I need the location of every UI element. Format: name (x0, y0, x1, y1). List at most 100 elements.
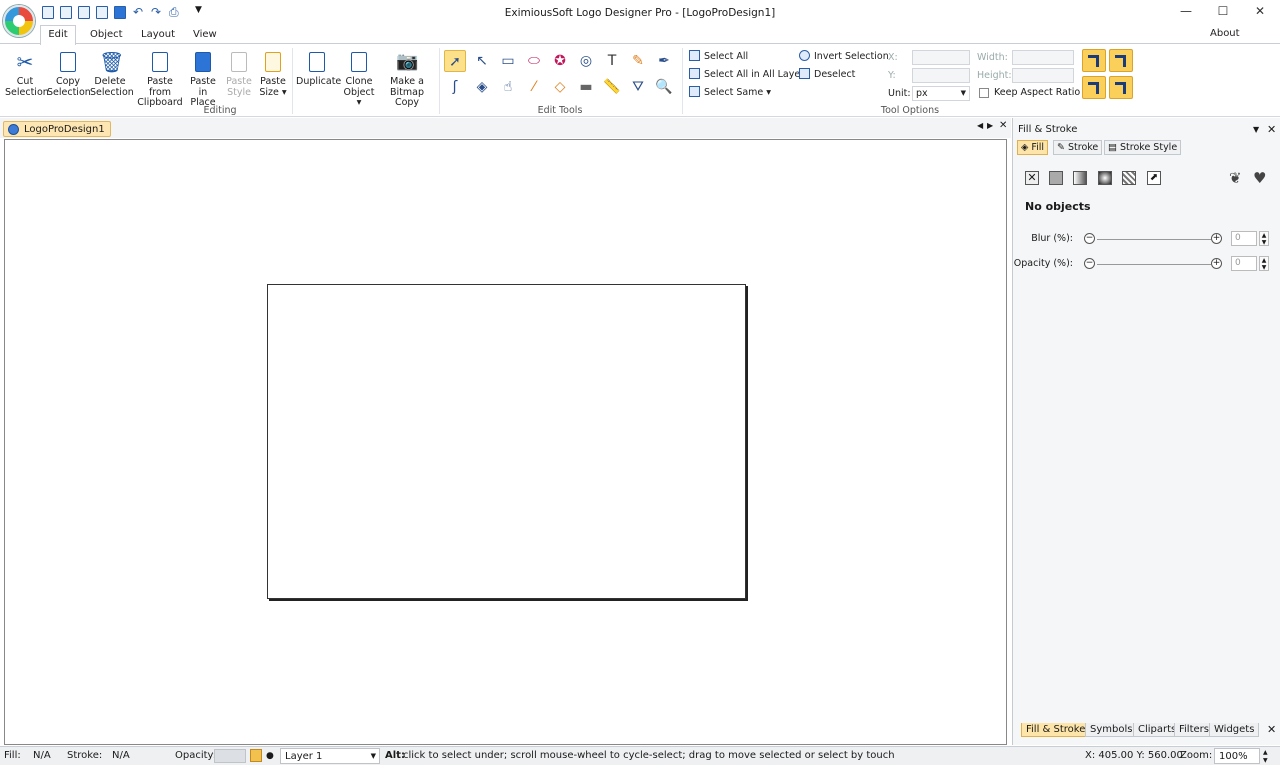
bitmap-copy-button[interactable]: 📷 Make a Bitmap Copy (379, 50, 435, 109)
star-tool-icon[interactable]: ✪ (549, 50, 571, 72)
select-tool-icon[interactable]: ➚ (444, 50, 466, 72)
about-link[interactable]: About (1210, 28, 1240, 39)
recent-files-icon[interactable] (96, 6, 108, 19)
tab-object[interactable]: Object (90, 29, 123, 40)
opacity-slider[interactable] (1097, 264, 1211, 265)
opacity-status-input[interactable] (214, 749, 246, 763)
radial-gradient-icon[interactable] (1098, 171, 1112, 185)
delete-selection-button[interactable]: 🗑 Delete Selection (90, 50, 134, 98)
linear-gradient-icon[interactable] (1073, 171, 1087, 185)
width-field[interactable] (1012, 50, 1074, 65)
ellipse-tool-icon[interactable]: ⬭ (523, 50, 545, 72)
panel-close-icon[interactable]: ✕ (1267, 123, 1276, 136)
x-field[interactable] (912, 50, 970, 65)
opacity-spin-icon[interactable]: ▲ ▼ (1259, 256, 1269, 271)
blur-slider[interactable] (1097, 239, 1211, 240)
calligraphy-tool-icon[interactable]: ʃ (444, 76, 466, 98)
unit-select[interactable]: px ▼ (912, 86, 970, 101)
y-field[interactable] (912, 68, 970, 83)
pencil-tool-icon[interactable]: ✎ (627, 50, 649, 72)
spiral-tool-icon[interactable]: ◎ (575, 50, 597, 72)
undo-icon[interactable]: ↶ (133, 5, 143, 19)
deselect-button[interactable]: Deselect (799, 68, 855, 82)
paste-size-button[interactable]: Paste Size ▾ (258, 50, 288, 98)
zoom-spin-icon[interactable]: ▲ ▼ (1263, 749, 1268, 765)
select-same-button[interactable]: Select Same ▾ (689, 86, 771, 100)
swatch-icon[interactable]: ⬈ (1147, 171, 1161, 185)
save-icon[interactable] (114, 6, 126, 19)
print-icon[interactable]: ⎙ (169, 5, 179, 20)
opacity-input[interactable]: 0 (1231, 256, 1257, 271)
new-template-icon[interactable] (60, 6, 72, 19)
height-field[interactable] (1012, 68, 1074, 83)
paste-from-clipboard-button[interactable]: Paste from Clipboard (137, 50, 183, 109)
duplicate-button[interactable]: Duplicate (296, 50, 341, 88)
select-all-button[interactable]: Select All (689, 50, 748, 64)
zoom-input[interactable]: 100% (1214, 748, 1260, 764)
tab-view[interactable]: View (193, 29, 217, 40)
maximize-button[interactable]: ☐ (1213, 4, 1233, 20)
close-button[interactable]: ✕ (1250, 4, 1270, 20)
measure-tool-icon[interactable]: 📏 (601, 76, 623, 98)
paste-in-place-button[interactable]: Paste in Place (185, 50, 221, 109)
customize-toolbar-icon[interactable]: ▼ (195, 5, 202, 15)
new-file-icon[interactable] (42, 6, 54, 19)
blur-minus-icon[interactable]: − (1084, 233, 1095, 244)
tab-layout[interactable]: Layout (141, 29, 175, 40)
clone-object-button[interactable]: Clone Object ▾ (341, 50, 377, 109)
open-file-icon[interactable] (78, 6, 90, 19)
tab-fill-stroke[interactable]: Fill & Stroke (1021, 723, 1091, 737)
tab-widgets[interactable]: Widgets (1209, 723, 1260, 737)
tab-symbols[interactable]: Symbols (1085, 723, 1138, 737)
layer-select[interactable]: Layer 1 ▼ (280, 748, 380, 764)
nonzero-fill-icon[interactable]: ♥ (1253, 169, 1266, 187)
tab-stroke-style[interactable]: ▤ Stroke Style (1104, 140, 1182, 155)
panel-tabs-close-icon[interactable]: ✕ (1267, 723, 1276, 736)
pen-tool-icon[interactable]: ✒ (653, 50, 675, 72)
minimize-button[interactable]: — (1176, 4, 1196, 20)
scroll-left-icon[interactable]: ◀ (977, 121, 983, 130)
copy-selection-button[interactable]: Copy Selection (47, 50, 91, 98)
paste-style-button[interactable]: Paste Style (224, 50, 254, 98)
align-bottom-right-icon[interactable] (1109, 76, 1133, 99)
zoom-tool-icon[interactable]: 🔍 (653, 76, 675, 98)
node-tool-icon[interactable]: ↖ (471, 50, 493, 72)
flat-color-icon[interactable] (1049, 171, 1063, 185)
text-tool-icon[interactable]: T (601, 50, 623, 72)
blur-spin-icon[interactable]: ▲ ▼ (1259, 231, 1269, 246)
align-top-right-icon[interactable] (1109, 49, 1133, 72)
tweak-tool-icon[interactable]: ☝ (497, 76, 519, 98)
tab-filters[interactable]: Filters (1174, 723, 1214, 737)
rectangle-tool-icon[interactable]: ▭ (497, 50, 519, 72)
align-bottom-left-icon[interactable] (1082, 76, 1106, 99)
layer-visibility-icon[interactable]: ● (266, 747, 274, 765)
tab-stroke[interactable]: ✎ Stroke (1053, 140, 1103, 155)
keep-aspect-checkbox[interactable] (979, 88, 989, 98)
pattern-icon[interactable] (1122, 171, 1136, 185)
scroll-right-icon[interactable]: ▶ (987, 121, 993, 130)
tab-fill[interactable]: ◈ Fill (1017, 140, 1049, 155)
canvas-area[interactable] (4, 139, 1007, 745)
blur-input[interactable]: 0 (1231, 231, 1257, 246)
no-paint-icon[interactable]: ✕ (1025, 171, 1039, 185)
redo-icon[interactable]: ↷ (151, 5, 161, 19)
invert-selection-button[interactable]: Invert Selection (799, 50, 889, 64)
opacity-minus-icon[interactable]: − (1084, 258, 1095, 269)
align-top-left-icon[interactable] (1082, 49, 1106, 72)
cut-selection-button[interactable]: ✂ Cut Selection (5, 50, 49, 98)
opacity-plus-icon[interactable]: + (1211, 258, 1222, 269)
tab-edit[interactable]: Edit (40, 25, 76, 45)
panel-menu-icon[interactable]: ▼ (1253, 125, 1259, 134)
evenodd-fill-icon[interactable]: ❦ (1229, 169, 1242, 187)
gradient-tool-icon[interactable]: ▬ (575, 76, 597, 98)
select-all-layers-button[interactable]: Select All in All Layers (689, 68, 809, 82)
dropper-tool-icon[interactable]: ⁄ (523, 76, 545, 98)
connector-tool-icon[interactable]: ⛛ (627, 76, 649, 98)
bucket-tool-icon[interactable]: ◈ (471, 76, 493, 98)
blur-plus-icon[interactable]: + (1211, 233, 1222, 244)
document-tab[interactable]: LogoProDesign1 (3, 121, 111, 137)
eraser-tool-icon[interactable]: ◇ (549, 76, 571, 98)
close-document-icon[interactable]: ✕ (999, 120, 1007, 131)
artboard[interactable] (267, 284, 746, 599)
lock-layer-icon[interactable] (250, 749, 262, 762)
